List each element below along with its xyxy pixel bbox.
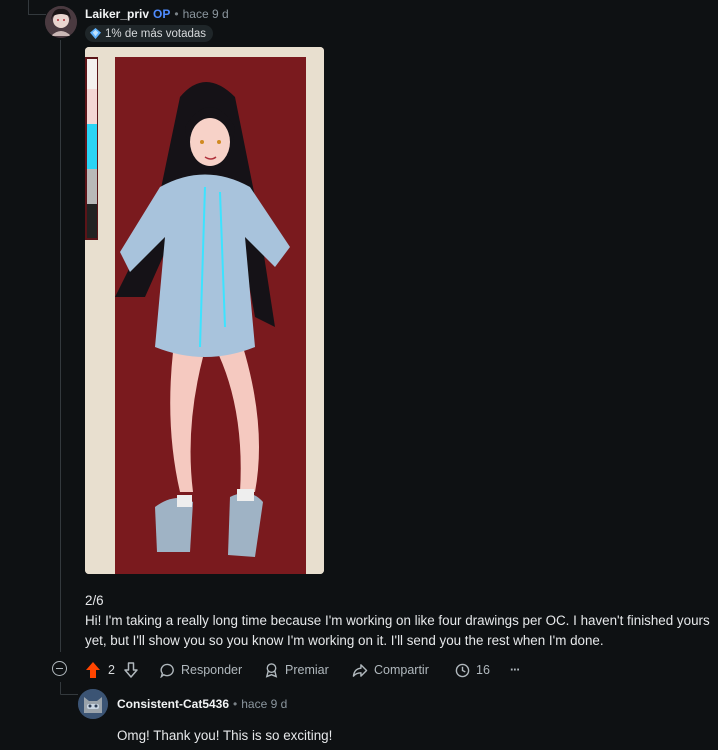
vote-count: 2 (108, 663, 115, 677)
downvote-button[interactable] (124, 658, 144, 682)
views-count: 16 (476, 663, 490, 677)
clock-icon (455, 663, 470, 677)
reply-meta-separator: • (233, 697, 238, 711)
comment-body: Hi! I'm taking a really long time becaus… (85, 613, 710, 648)
avatar[interactable] (45, 6, 77, 38)
thread-line-comment[interactable] (60, 40, 61, 652)
thread-line-reply[interactable] (60, 682, 61, 694)
image-index: 2/6 (85, 593, 104, 608)
upvote-icon (86, 662, 100, 678)
meta-separator: • (174, 7, 179, 21)
collapse-thread-button[interactable] (52, 661, 67, 676)
upvote-button[interactable] (85, 658, 107, 682)
comment-image[interactable] (85, 47, 324, 574)
badge-icon (90, 28, 101, 39)
comment-meta: Laiker_priv OP • hace 9 d (85, 7, 229, 21)
reply-timestamp[interactable]: hace 9 d (241, 697, 287, 711)
award-label: Premiar (285, 663, 329, 677)
reply-meta: Consistent-Cat5436 • hace 9 d (117, 697, 287, 711)
more-options-button[interactable]: ··· (510, 658, 520, 682)
thread-line-parent-curve (28, 14, 46, 15)
reply-label: Responder (181, 663, 243, 677)
author-link[interactable]: Laiker_priv (85, 7, 149, 21)
comment-action-bar: 2 Responder Premiar Compartir 16 ··· (52, 658, 692, 682)
thread-line-parent (28, 0, 29, 14)
thread-line-reply-curve (60, 694, 78, 695)
timestamp[interactable]: hace 9 d (183, 7, 229, 21)
reply-author-link[interactable]: Consistent-Cat5436 (117, 697, 229, 711)
reply-body: Omg! Thank you! This is so exciting! (117, 728, 333, 743)
award-icon (265, 663, 278, 678)
top-commenter-badge[interactable]: 1% de más votadas (85, 25, 214, 42)
share-icon (352, 663, 368, 677)
award-button[interactable]: Premiar (264, 658, 329, 682)
reply-button[interactable]: Responder (160, 658, 242, 682)
share-button[interactable]: Compartir (352, 658, 429, 682)
badge-label: 1% de más votadas (105, 27, 207, 40)
reply-avatar[interactable] (78, 689, 108, 719)
share-label: Compartir (374, 663, 429, 677)
downvote-icon (124, 662, 138, 678)
speech-bubble-icon (160, 663, 174, 678)
op-label: OP (153, 7, 171, 21)
views-button[interactable]: 16 (455, 658, 490, 682)
